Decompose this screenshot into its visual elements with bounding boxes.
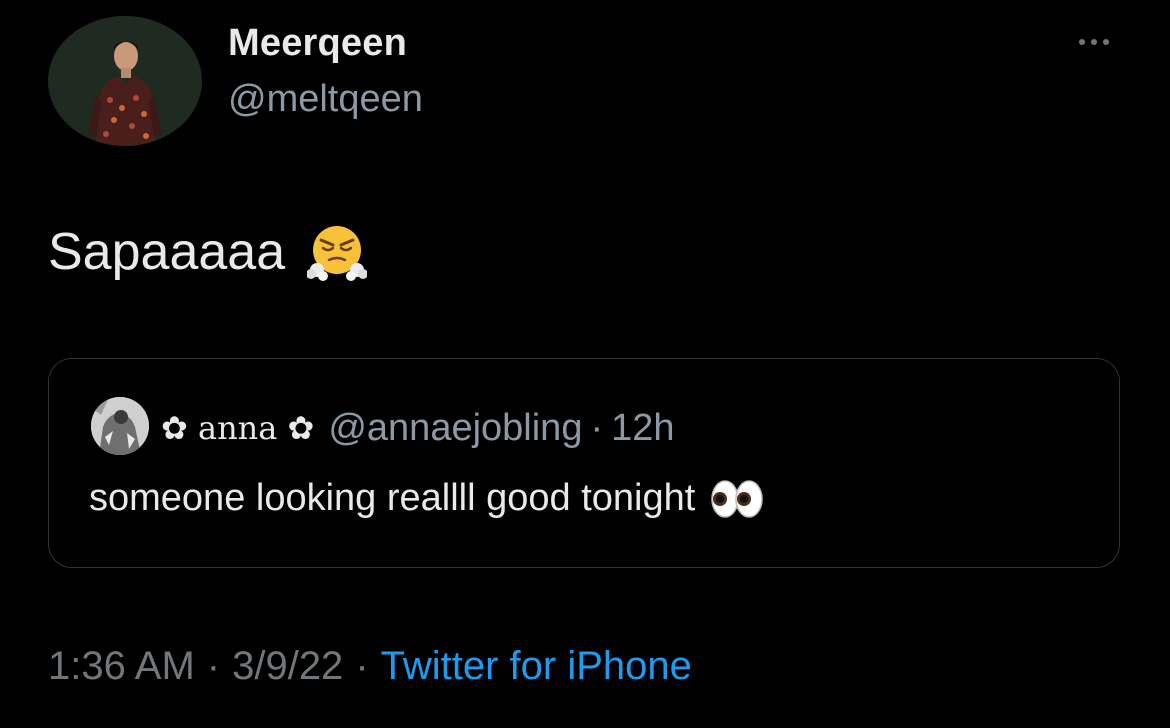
source-link[interactable]: Twitter for iPhone [381, 644, 692, 689]
tweet-time[interactable]: 1:36 AM [48, 644, 195, 689]
tweet-body: Sapaaaaa [48, 222, 368, 282]
more-dot [1079, 39, 1085, 45]
avatar-photo-icon [48, 16, 202, 146]
quoted-author-avatar[interactable] [91, 397, 149, 455]
more-dot [1103, 39, 1109, 45]
more-dot [1091, 39, 1097, 45]
quoted-tweet-card[interactable]: ✿ anna ✿ @annaejobling · 12h someone loo… [48, 358, 1120, 568]
quoted-tweet-text: someone looking reallll good tonight [89, 477, 696, 519]
tweet-date[interactable]: 3/9/22 [232, 644, 343, 689]
quoted-author-name[interactable]: ✿ anna ✿ [161, 409, 314, 447]
face-with-steam-icon [307, 226, 368, 281]
author-handle[interactable]: @meltqeen [228, 78, 423, 121]
eyes-icon [711, 479, 764, 518]
quoted-tweet-time[interactable]: 12h [611, 407, 674, 450]
author-display-name[interactable]: Meerqeen [228, 22, 407, 65]
quoted-tweet-body: someone looking reallll good tonight [89, 477, 765, 520]
tweet-text: Sapaaaaa [48, 223, 286, 281]
tweet-meta: 1:36 AM · 3/9/22 · Twitter for iPhone [48, 644, 692, 689]
avatar-photo-icon [91, 397, 149, 455]
author-avatar[interactable] [48, 16, 202, 146]
quoted-tweet-header: ✿ anna ✿ @annaejobling · 12h [161, 403, 675, 453]
separator-dot: · [590, 406, 604, 449]
separator-dot: · [206, 644, 221, 688]
quoted-author-handle[interactable]: @annaejobling [328, 407, 582, 450]
more-options-icon[interactable] [1066, 28, 1122, 56]
separator-dot: · [355, 644, 369, 688]
